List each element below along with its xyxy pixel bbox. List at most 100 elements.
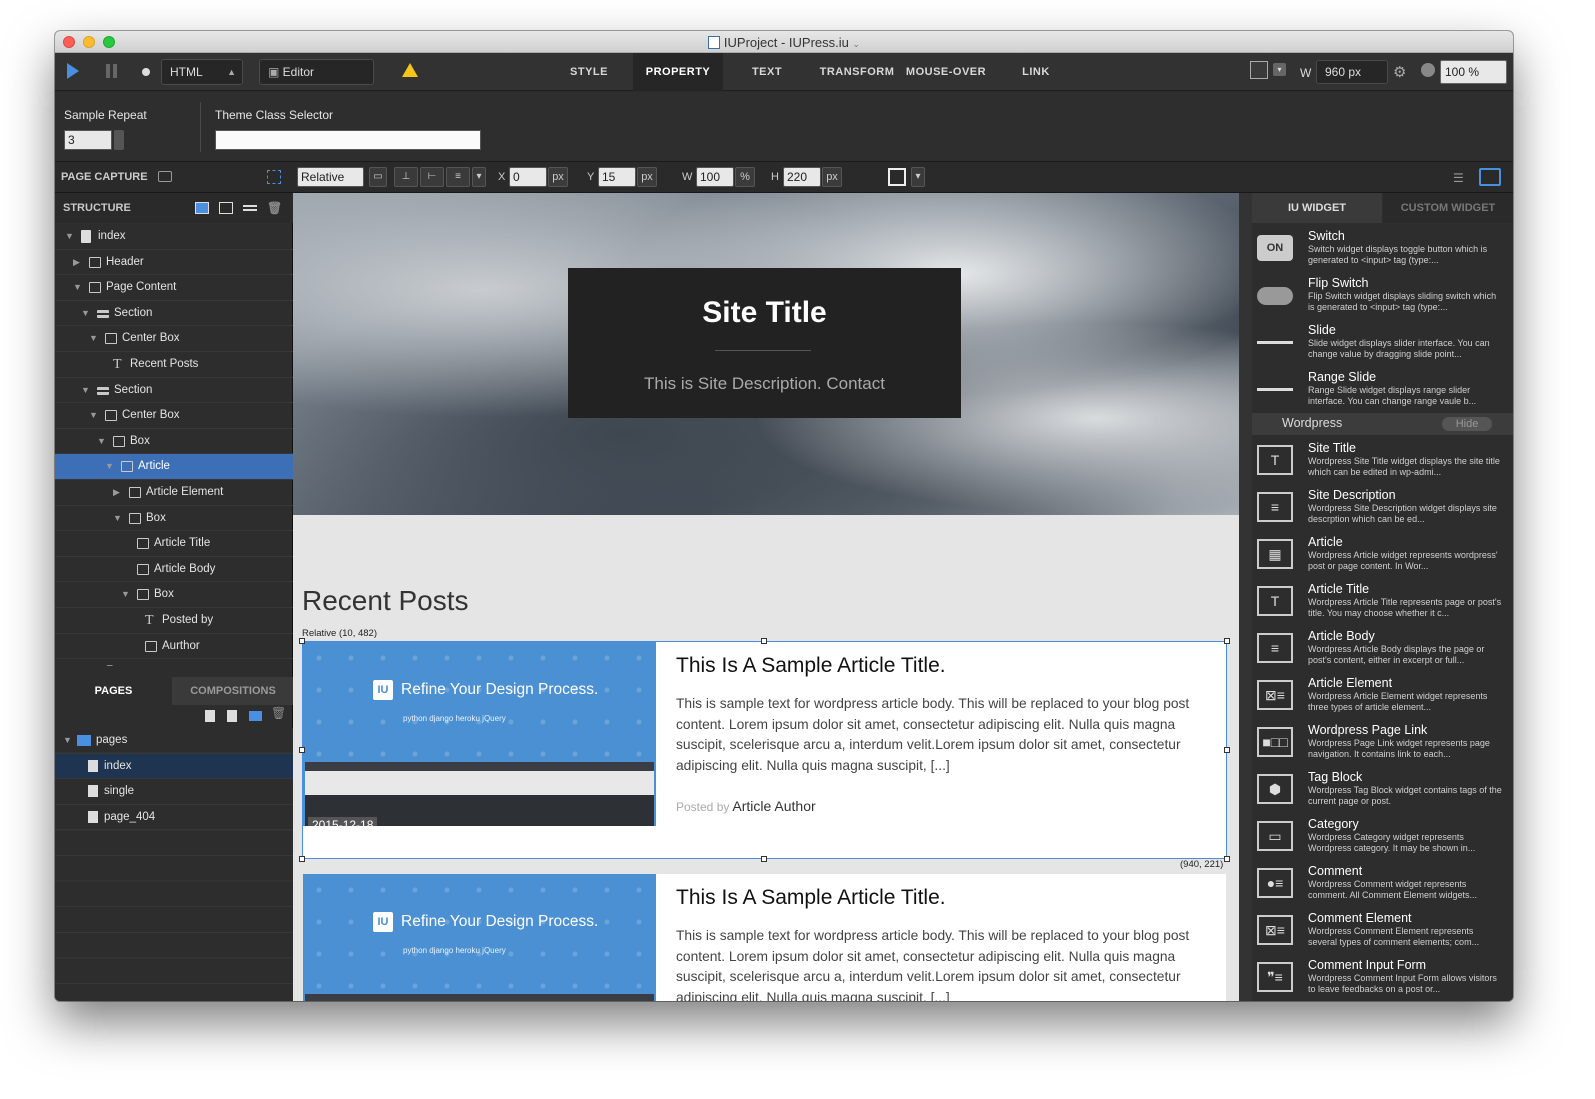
format-select[interactable]: HTML ▲	[161, 59, 243, 85]
chevron-down-icon[interactable]: ▼	[73, 275, 82, 300]
widget-slide[interactable]: Slide Slide widget displays slider interf…	[1252, 319, 1513, 366]
new-page-icon[interactable]	[205, 710, 215, 722]
widget-wordpress-page-link[interactable]: ■□□ Wordpress Page Link Wordpress Page Lin…	[1252, 719, 1513, 766]
chevron-down-icon[interactable]: ▼	[89, 326, 98, 351]
gear-icon[interactable]: ⚙	[1393, 63, 1406, 81]
x-unit[interactable]: px	[548, 167, 568, 187]
chevron-down-icon[interactable]: ▼	[105, 454, 114, 479]
chevron-down-icon[interactable]: ▼	[121, 582, 130, 607]
article-card[interactable]: IU Refine Your Design Process. python dj…	[303, 874, 1226, 1001]
article-body[interactable]: This is sample text for wordpress articl…	[676, 926, 1191, 1001]
y-input[interactable]: 15	[598, 167, 636, 187]
snap-icon[interactable]	[267, 170, 281, 184]
chevron-down-icon[interactable]: ▾	[911, 167, 925, 187]
article-title[interactable]: This Is A Sample Article Title.	[676, 886, 946, 910]
canvas-scrollbar[interactable]	[1239, 193, 1252, 1001]
tree-row-article[interactable]: ▼ Article	[55, 454, 293, 480]
widget-category[interactable]: ▭ Category Wordpress Category widget repre…	[1252, 813, 1513, 860]
page-row[interactable]: page_404	[55, 805, 293, 831]
tab-custom-widget[interactable]: CUSTOM WIDGET	[1383, 193, 1513, 223]
tree-row-aurthor[interactable]: Aurthor	[55, 634, 293, 660]
tree-row-center-box[interactable]: ▼ Center Box	[55, 326, 293, 352]
resize-handle[interactable]	[761, 856, 767, 862]
tree-row-posted-by[interactable]: T Posted by	[55, 608, 293, 634]
new-file-icon[interactable]	[227, 710, 237, 722]
tab-iu-widget[interactable]: IU WIDGET	[1252, 193, 1382, 223]
widget-flip-switch[interactable]: Flip Switch Flip Switch widget displays s…	[1252, 272, 1513, 319]
resize-handle[interactable]	[1224, 747, 1230, 753]
site-title[interactable]: Site Title	[568, 296, 961, 330]
theme-class-input[interactable]	[215, 130, 481, 150]
widget-article-element[interactable]: ⊠≡ Article Element Wordpress Article Eleme…	[1252, 672, 1513, 719]
align-center-icon[interactable]: ⊥	[394, 167, 418, 187]
widget-article-title[interactable]: T Article Title Wordpress Article Title re…	[1252, 578, 1513, 625]
tab-compositions[interactable]: COMPOSITIONS	[173, 677, 293, 705]
chevron-down-icon[interactable]: ▼	[89, 403, 98, 428]
page-row[interactable]: index	[55, 753, 293, 780]
tab-text[interactable]: TEXT	[723, 53, 811, 91]
add-split-icon[interactable]	[219, 202, 233, 214]
tree-row-header[interactable]: ▶ Header	[55, 250, 293, 276]
tab-style[interactable]: STYLE	[545, 53, 633, 91]
panel-toggle-icon[interactable]	[1479, 168, 1501, 186]
position-select[interactable]: Relative	[297, 167, 364, 187]
align-icon[interactable]: ▭	[369, 167, 387, 187]
chevron-down-icon[interactable]: ⌄	[853, 39, 861, 49]
pause-icon[interactable]	[106, 64, 110, 78]
widget-article-body[interactable]: ≡ Article Body Wordpress Article Body disp…	[1252, 625, 1513, 672]
tab-property[interactable]: PROPERTY	[633, 53, 723, 91]
resize-handle[interactable]	[1224, 856, 1230, 862]
resize-handle[interactable]	[299, 856, 305, 862]
add-section-icon[interactable]	[243, 205, 257, 211]
widget-site-description[interactable]: ≡ Site Description Wordpress Site Descript…	[1252, 484, 1513, 531]
widget-tag-block[interactable]: ⬢ Tag Block Wordpress Tag Block widget con…	[1252, 766, 1513, 813]
h-input[interactable]: 220	[783, 167, 821, 187]
x-input[interactable]: 0	[509, 167, 547, 187]
tree-row-section[interactable]: ▼ Section	[55, 301, 293, 327]
chevron-down-icon[interactable]: ▼	[81, 301, 90, 326]
new-folder-icon[interactable]	[249, 711, 262, 721]
camera-icon[interactable]	[158, 171, 172, 182]
chevron-right-icon[interactable]: ▶	[113, 480, 120, 505]
tree-row-center-box[interactable]: ▼ Center Box	[55, 403, 293, 429]
tree-row-box[interactable]: ▼ Box	[55, 429, 293, 455]
tree-row-recent-posts[interactable]: T Recent Posts	[55, 352, 293, 378]
widget-range-slide[interactable]: Range Slide Range Slide widget displays r…	[1252, 366, 1513, 413]
align-middle-icon[interactable]: ⊢	[420, 167, 444, 187]
widget-site-title[interactable]: T Site Title Wordpress Site Title widget d…	[1252, 437, 1513, 484]
align-bottom-icon[interactable]: ≡	[446, 167, 470, 187]
design-canvas[interactable]: Site Title This is Site Description. Con…	[293, 193, 1239, 1001]
site-title-box[interactable]: Site Title This is Site Description. Con…	[568, 268, 961, 418]
widget-article[interactable]: ▦ Article Wordpress Article widget represe…	[1252, 531, 1513, 578]
tab-transform[interactable]: TRANSFORM	[815, 53, 899, 91]
resize-handle[interactable]	[761, 638, 767, 644]
tree-row-section[interactable]: ▼ Section	[55, 378, 293, 404]
chevron-right-icon[interactable]: ▶	[73, 659, 80, 666]
widget-comment-element[interactable]: ⊠≡ Comment Element Wordpress Comment Eleme…	[1252, 907, 1513, 954]
recent-posts-heading[interactable]: Recent Posts	[302, 585, 469, 617]
tab-pages[interactable]: PAGES	[55, 677, 172, 705]
site-description[interactable]: This is Site Description. Contact	[568, 374, 961, 394]
chevron-down-icon[interactable]: ▼	[97, 429, 106, 454]
tree-row-footer[interactable]: ▶ Footer	[55, 659, 293, 666]
w-unit[interactable]: %	[735, 167, 755, 187]
hero-image[interactable]: Site Title This is Site Description. Con…	[293, 193, 1239, 515]
list-view-icon[interactable]: ☰	[1453, 171, 1464, 185]
tree-row-article-element[interactable]: ▶ Article Element	[55, 480, 293, 506]
page-row[interactable]: single	[55, 779, 293, 805]
article-thumbnail[interactable]: IU Refine Your Design Process. python dj…	[303, 874, 656, 1001]
widget-switch[interactable]: ON Switch Switch widget displays toggle bu…	[1252, 225, 1513, 272]
structure-tree[interactable]: ▼ index ▶ Header ▼ Page Content ▼ Section ▼ Cente…	[55, 224, 293, 666]
mode-select[interactable]: ▣ Editor	[259, 59, 374, 85]
chevron-down-icon[interactable]: ▾	[1273, 63, 1286, 76]
tree-row-box[interactable]: ▼ Box	[55, 582, 293, 608]
record-icon[interactable]	[142, 68, 150, 76]
chevron-right-icon[interactable]: ▶	[73, 250, 80, 275]
tree-row-page-content[interactable]: ▼ Page Content	[55, 275, 293, 301]
tab-link[interactable]: LINK	[993, 53, 1079, 91]
warning-icon[interactable]	[402, 63, 418, 77]
w-input[interactable]: 100	[696, 167, 734, 187]
chevron-down-icon[interactable]: ▼	[113, 506, 122, 531]
tree-row-index[interactable]: ▼ index	[55, 224, 293, 250]
title-bar[interactable]: IUProject - IUPress.iu ⌄	[55, 31, 1513, 53]
